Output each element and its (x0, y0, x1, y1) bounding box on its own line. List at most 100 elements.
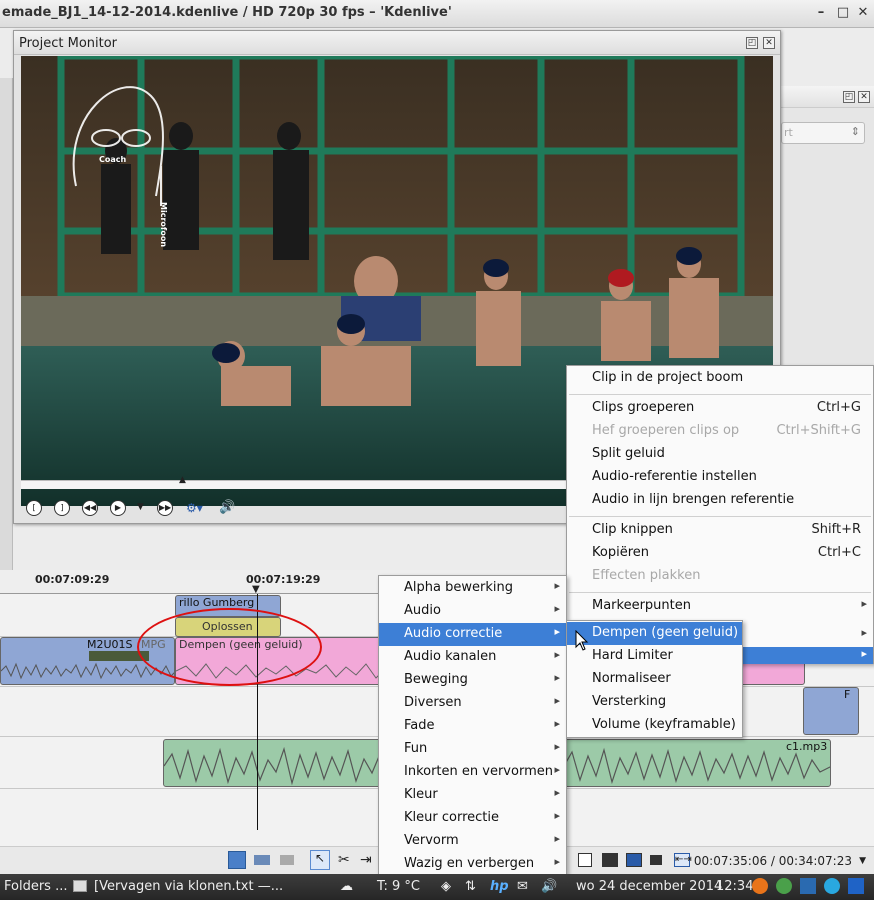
chevron-right-icon: ▸ (554, 671, 560, 684)
menu-label: Vervorm (404, 833, 459, 848)
settings-icon[interactable]: ⚙▾ (186, 501, 203, 515)
menu-label: Alpha bewerking (404, 580, 513, 595)
menu-item-audio-correction[interactable]: Audio correctie ▸ (379, 623, 566, 646)
video-track-icon[interactable] (228, 851, 246, 869)
chevron-right-icon: ▸ (554, 694, 560, 707)
audio-track-icon[interactable] (254, 855, 270, 865)
dropbox-icon[interactable]: ◈ (441, 879, 451, 894)
menu-label: Hard Limiter (592, 648, 673, 663)
skype-icon[interactable] (824, 878, 840, 894)
menu-item-group-clips[interactable]: Clips groeperen Ctrl+G (567, 397, 873, 420)
menu-item-effect-category[interactable]: Diversen ▸ (379, 692, 566, 715)
menu-label: Markeerpunten (592, 598, 691, 613)
film-icon[interactable] (602, 853, 618, 867)
volume-icon[interactable]: 🔊 (219, 500, 235, 515)
chevron-right-icon: ▸ (861, 647, 867, 660)
wordpress-icon[interactable] (848, 878, 864, 894)
project-monitor-title: Project Monitor (19, 36, 118, 51)
timeline-clip[interactable]: F (803, 687, 859, 735)
dropdown-icon[interactable]: ▼ (137, 502, 144, 512)
forward-icon[interactable]: ▶▶ (157, 500, 173, 516)
taskbar-date[interactable]: wo 24 december 2014 (576, 879, 722, 894)
clip-label: rillo Gumberg (179, 596, 255, 609)
spacer-tool-icon[interactable]: ⇥ (360, 852, 372, 868)
select-tool-icon[interactable]: ↖ (310, 850, 330, 870)
playhead-marker-icon[interactable]: ▼ (252, 584, 260, 595)
window-title: emade_BJ1_14-12-2014.kdenlive / HD 720p … (2, 5, 452, 20)
markers-icon[interactable] (650, 855, 662, 865)
menu-label: Hef groeperen clips op (592, 423, 740, 438)
close-icon[interactable]: ✕ (763, 37, 775, 49)
menu-item-effect-category[interactable]: Vervorm ▸ (379, 830, 566, 853)
menu-label: Audio kanalen (404, 649, 497, 664)
right-dock-combo[interactable]: rt ⇕ (781, 122, 865, 144)
menu-item-cut-clip[interactable]: Clip knippen Shift+R (567, 519, 873, 542)
chevron-down-icon[interactable]: ▼ (859, 856, 866, 866)
menu-item-effect-category[interactable]: Fade ▸ (379, 715, 566, 738)
menu-label: Audio in lijn brengen referentie (592, 492, 795, 507)
menu-shortcut: Ctrl+G (816, 400, 861, 415)
rewind-icon[interactable]: ◀◀ (82, 500, 98, 516)
menu-item-mute-effect[interactable]: Dempen (geen geluid) (567, 622, 742, 645)
lock-track-icon[interactable] (280, 855, 294, 865)
menu-item-align-audio[interactable]: Audio in lijn brengen referentie (567, 489, 873, 512)
menu-item-effect-category[interactable]: Alpha bewerking ▸ (379, 577, 566, 600)
minimize-icon[interactable]: – (813, 5, 829, 21)
combo-text: rt (784, 126, 793, 139)
menu-item-effect-category[interactable]: Kleur ▸ (379, 784, 566, 807)
razor-tool-icon[interactable]: ✂ (338, 852, 350, 868)
menu-item-hard-limiter[interactable]: Hard Limiter (567, 645, 742, 668)
taskbar-folders[interactable]: Folders ... (4, 879, 67, 894)
snap-icon[interactable]: ⇤⇥ (674, 853, 692, 867)
menu-item-effect-category[interactable]: Kleur correctie ▸ (379, 807, 566, 830)
firefox-icon[interactable] (752, 878, 768, 894)
menu-item-copy[interactable]: Kopiëren Ctrl+C (567, 542, 873, 565)
chevron-right-icon: ▸ (861, 597, 867, 610)
menu-item-effect-category[interactable]: Beweging ▸ (379, 669, 566, 692)
hp-icon[interactable]: hp (490, 879, 509, 894)
chevron-right-icon: ▸ (554, 579, 560, 592)
menu-label: Split geluid (592, 446, 665, 461)
menu-item-normalise[interactable]: Normaliseer (567, 668, 742, 691)
menu-label: Audio correctie (404, 626, 503, 641)
menu-item-clip-in-project-tree[interactable]: Clip in de project boom (567, 367, 873, 390)
menu-item-effect-category[interactable]: Fun ▸ (379, 738, 566, 761)
menu-item-gain[interactable]: Versterking (567, 691, 742, 714)
weather-icon[interactable]: ☁ (340, 879, 353, 894)
zone-icon[interactable] (578, 853, 592, 867)
close-icon[interactable]: ✕ (855, 5, 871, 21)
mail-icon[interactable]: ✉ (517, 879, 528, 894)
menu-item-effect-category[interactable]: Audio ▸ (379, 600, 566, 623)
playhead-marker-icon[interactable]: ▲ (179, 475, 186, 485)
right-dock-title: ◰ ✕ (781, 86, 874, 108)
taskbar-time[interactable]: 12:34 (716, 879, 753, 894)
weather-temperature[interactable]: T: 9 °C (377, 879, 420, 894)
app-icon[interactable] (800, 878, 816, 894)
menu-item-effect-category[interactable]: Audio kanalen ▸ (379, 646, 566, 669)
menu-item-set-audio-reference[interactable]: Audio-referentie instellen (567, 466, 873, 489)
zone-start-icon[interactable]: [ (26, 500, 42, 516)
float-icon[interactable]: ◰ (843, 91, 855, 103)
coach-label: Coach (99, 155, 127, 164)
menu-separator (569, 592, 871, 593)
maximize-icon[interactable]: □ (835, 5, 851, 21)
menu-label: Kleur correctie (404, 810, 499, 825)
chevron-right-icon: ▸ (554, 648, 560, 661)
audio-thumbs-icon[interactable] (626, 853, 642, 867)
network-icon[interactable]: ⇅ (465, 879, 476, 894)
menu-item-effect-category[interactable]: Wazig en verbergen ▸ (379, 853, 566, 876)
chevron-right-icon: ▸ (554, 602, 560, 615)
chevron-right-icon: ▸ (554, 832, 560, 845)
taskbar-window[interactable]: [Vervagen via klonen.txt —... (94, 879, 283, 894)
volume-icon[interactable]: 🔊 (541, 879, 557, 894)
menu-item-volume-keyframable[interactable]: Volume (keyframable) (567, 714, 742, 737)
chrome-icon[interactable] (776, 878, 792, 894)
zone-end-icon[interactable]: ] (54, 500, 70, 516)
float-icon[interactable]: ◰ (746, 37, 758, 49)
menu-item-split-audio[interactable]: Split geluid (567, 443, 873, 466)
close-icon[interactable]: ✕ (858, 91, 870, 103)
menu-item-markers[interactable]: Markeerpunten ▸ (567, 595, 873, 618)
chevron-right-icon: ▸ (554, 717, 560, 730)
play-icon[interactable]: ▶ (110, 500, 126, 516)
menu-item-effect-category[interactable]: Inkorten en vervormen ▸ (379, 761, 566, 784)
